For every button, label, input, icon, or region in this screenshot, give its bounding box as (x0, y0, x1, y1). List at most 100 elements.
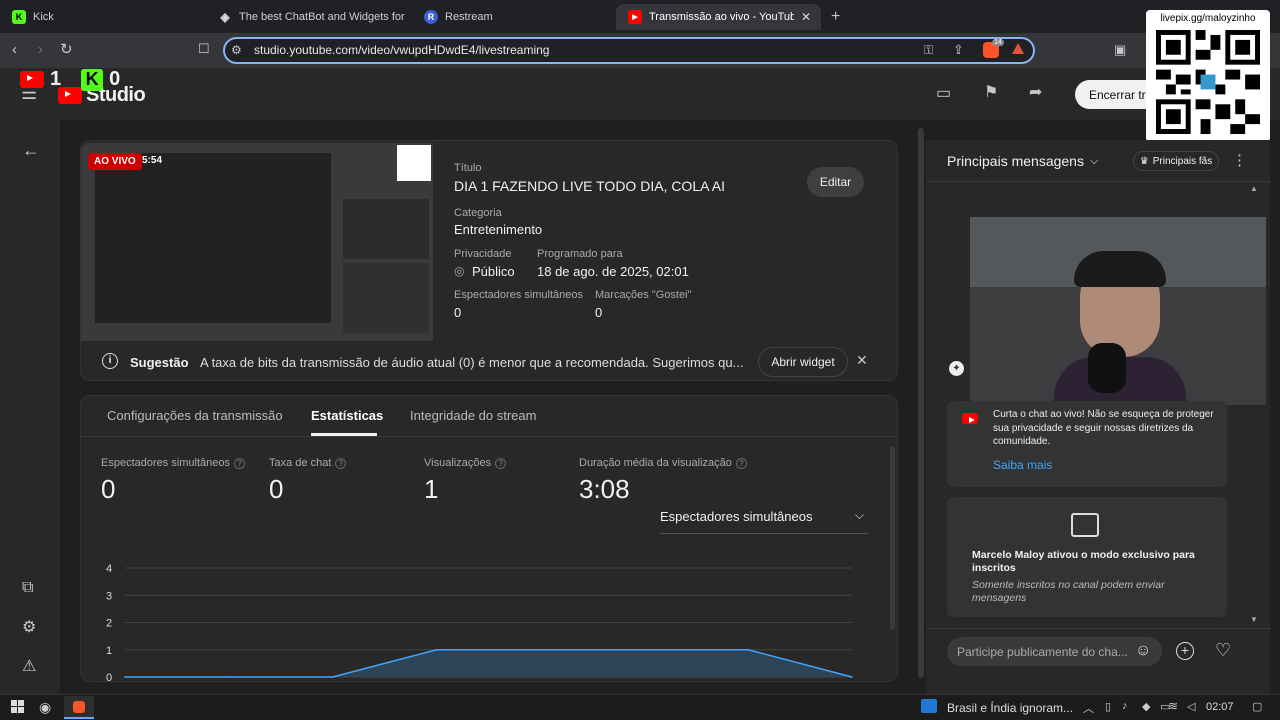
bookmark-icon[interactable]: ☐ (198, 42, 210, 55)
tab-youtube-studio[interactable]: ▶ Transmissão ao vivo - YouTube Studio ✕ (616, 4, 821, 30)
help-icon[interactable]: ? (735, 457, 747, 469)
title-label: Título (454, 162, 482, 174)
chat-divider (927, 181, 1270, 182)
tab-kick[interactable]: K Kick (0, 4, 205, 30)
main-scrollbar[interactable] (918, 128, 924, 678)
privacy-value: Público (472, 264, 515, 279)
tray-app-icon[interactable]: ◆ (1142, 700, 1150, 713)
chevron-down-icon: ⌵ (854, 508, 864, 522)
chat-input-divider (927, 628, 1270, 629)
more-vert-icon[interactable]: ⋮ (1232, 153, 1247, 168)
chart-data-point (331, 676, 334, 678)
site-settings-icon[interactable]: ⚙ (231, 44, 242, 56)
chart-ytick-label: 0 (106, 672, 112, 682)
tab-stream-settings[interactable]: Configurações da transmissão (107, 408, 283, 423)
stats-scrollbar[interactable] (890, 446, 895, 630)
news-widget-icon[interactable] (921, 699, 937, 713)
chat-input[interactable]: Participe publicamente do cha... ☺ (947, 637, 1162, 666)
open-widget-button[interactable]: Abrir widget (758, 347, 848, 377)
news-widget-text[interactable]: Brasil e Índia ignoram... (947, 701, 1073, 715)
metric-label-viewers: Espectadores simultâneos? (101, 457, 246, 469)
close-tab-icon[interactable]: ✕ (801, 10, 811, 24)
windows-start-icon[interactable] (11, 700, 24, 713)
help-icon[interactable]: ? (495, 457, 507, 469)
stream-preview[interactable]: AO VIVO 5:54 (81, 143, 433, 341)
preview-chat-pane (343, 263, 429, 333)
top-fans-button[interactable]: ♛ Principais fãs (1133, 151, 1219, 171)
stream-title: DIA 1 FAZENDO LIVE TODO DIA, COLA AI (454, 178, 726, 194)
chart-metric-dropdown[interactable]: Espectadores simultâneos ⌵ (660, 508, 868, 534)
tab-botrix[interactable]: ◈ The best ChatBot and Widgets for Kick (206, 4, 406, 30)
metric-label-text: Taxa de chat (269, 457, 332, 469)
diamond-icon: ◈ (220, 10, 230, 24)
chart-data-point (228, 676, 230, 678)
dropdown-value: Espectadores simultâneos (660, 509, 813, 524)
viewers-value: 0 (454, 305, 462, 320)
scroll-up-icon[interactable]: ▲ (1250, 184, 1258, 193)
notifications-icon[interactable]: ▢ (1252, 700, 1262, 713)
viewer-overlay: 1 K 0 (20, 68, 120, 91)
learn-more-link[interactable]: Saiba mais (993, 458, 1052, 472)
chat-mode-dropdown[interactable]: Principais mensagens ⌵ (947, 153, 1098, 169)
webcam-cap (1074, 251, 1166, 287)
forward-icon[interactable]: › (38, 42, 43, 57)
category-value: Entretenimento (454, 222, 543, 237)
chart-data-point (851, 676, 853, 678)
webcam-microphone (1088, 343, 1126, 393)
tray-volume-icon[interactable]: ◁ (1187, 700, 1195, 713)
clapperboard-icon[interactable]: ▭ (936, 86, 951, 102)
qr-code-icon (1156, 30, 1260, 134)
add-icon[interactable]: + (1176, 642, 1194, 660)
chart-ytick-label: 4 (106, 563, 112, 575)
chrome-taskbar-icon[interactable]: ◉ (39, 699, 51, 716)
viewers-chart: 4 3 2 1 0 (106, 563, 853, 682)
tab-label: Kick (33, 11, 54, 23)
settings-gear-icon[interactable]: ⚙ (22, 620, 36, 636)
kick-overlay-icon: K (81, 68, 104, 91)
preview-qr (397, 145, 431, 181)
edit-button[interactable]: Editar (807, 167, 864, 197)
taskbar-clock[interactable]: 02:07 (1206, 701, 1234, 713)
kick-viewer-count: 0 (109, 68, 121, 90)
emoji-icon[interactable]: ☺ (1135, 642, 1151, 660)
help-icon[interactable]: ? (335, 457, 347, 469)
back-arrow-icon[interactable]: ← (22, 141, 40, 159)
feedback-icon[interactable]: ⚠ (22, 659, 36, 675)
brave-rewards-icon[interactable] (1012, 43, 1024, 54)
sidebar-icon[interactable]: ▣ (1114, 43, 1126, 56)
brave-badge: 14 (992, 39, 1004, 46)
new-tab-icon[interactable]: + (831, 9, 840, 25)
brave-taskbar-item[interactable] (64, 696, 94, 719)
viewers-label: Espectadores simultâneos (454, 289, 584, 301)
reload-icon[interactable]: ↻ (60, 42, 73, 57)
welcome-card: Curta o chat ao vivo! Não se esqueça de … (947, 401, 1227, 487)
webcam-overlay (970, 217, 1266, 405)
tab-statistics[interactable]: Estatísticas (311, 408, 383, 423)
metric-value-chat-rate: 0 (269, 474, 284, 504)
live-duration: 5:54 (142, 155, 163, 166)
tab-stream-health[interactable]: Integridade do stream (410, 408, 536, 423)
share-arrow-icon[interactable]: ➦ (1029, 85, 1042, 101)
heart-icon[interactable]: ♡ (1215, 640, 1231, 661)
tray-camera-icon[interactable]: ▯ (1105, 700, 1111, 713)
restream-logo-icon: R (424, 10, 438, 24)
tab-label: Restream (445, 11, 493, 23)
brave-taskbar-icon (73, 701, 85, 713)
back-icon[interactable]: ‹ (12, 42, 17, 57)
close-suggestion-icon[interactable]: ✕ (856, 353, 868, 367)
tray-mic-icon[interactable]: ♪ (1122, 700, 1128, 712)
metric-label-text: Duração média da visualização (579, 457, 732, 469)
share-icon[interactable]: ⇪ (953, 43, 964, 56)
tray-wifi-icon[interactable]: ≋ (1168, 699, 1178, 713)
help-icon[interactable]: ? (234, 457, 246, 469)
top-fans-label: Principais fãs (1152, 155, 1213, 167)
tab-restream[interactable]: R Restream (412, 4, 612, 30)
bookmark-outline-icon[interactable]: ⚑ (984, 85, 998, 101)
tray-chevron-icon[interactable]: ︿ (1083, 700, 1094, 716)
password-key-icon[interactable]: ⚿ (924, 44, 933, 56)
members-only-card: Marcelo Maloy ativou o modo exclusivo pa… (947, 497, 1227, 617)
scroll-down-icon[interactable]: ▼ (1250, 615, 1258, 624)
chart-data-point (643, 648, 646, 651)
members-title: Marcelo Maloy ativou o modo exclusivo pa… (972, 549, 1195, 574)
external-link-icon[interactable]: ⧉ (22, 580, 33, 596)
